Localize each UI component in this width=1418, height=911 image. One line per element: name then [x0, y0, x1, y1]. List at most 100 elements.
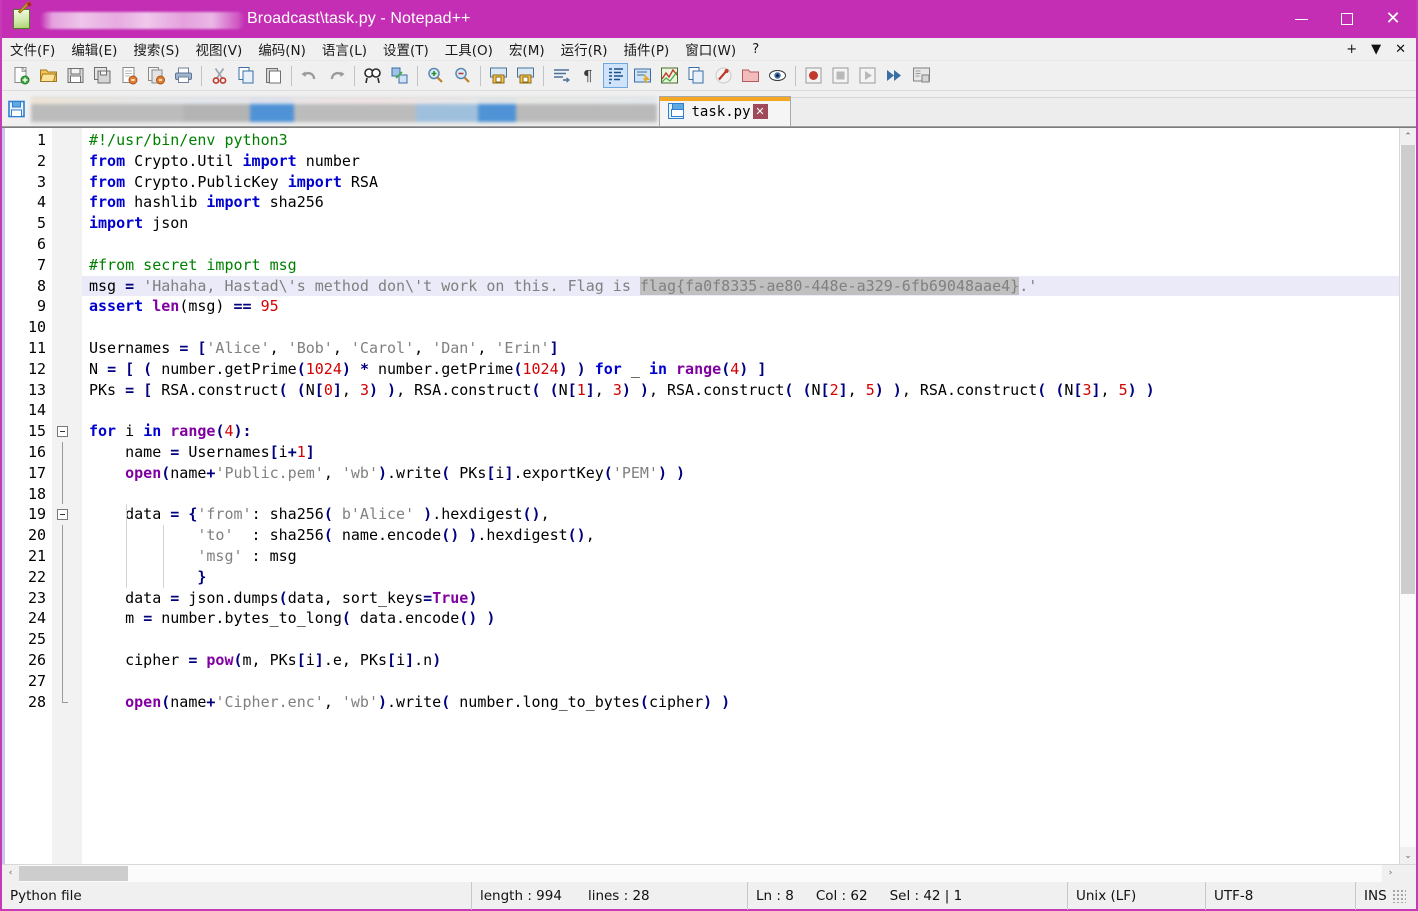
menu-plugins[interactable]: 插件(P): [617, 37, 677, 61]
document-map-icon[interactable]: [657, 63, 682, 88]
record-macro-icon[interactable]: [801, 63, 826, 88]
menu-search[interactable]: 搜索(S): [126, 37, 186, 61]
undo-icon[interactable]: [297, 63, 322, 88]
code-line[interactable]: open(name+'Public.pem', 'wb').write( PKs…: [82, 463, 1399, 484]
code-line[interactable]: msg = 'Hahaha, Hastad\'s method don\'t w…: [82, 275, 1399, 297]
tab-close-icon[interactable]: ✕: [752, 104, 768, 119]
zoom-in-icon[interactable]: [423, 63, 448, 88]
scroll-down-arrow-icon[interactable]: ⌄: [1400, 847, 1416, 864]
sync-horizontal-scroll-icon[interactable]: [513, 63, 538, 88]
show-ui-icon[interactable]: [630, 63, 655, 88]
horizontal-scroll-track[interactable]: [19, 864, 1382, 882]
save-session-icon[interactable]: [6, 98, 28, 120]
maximize-button[interactable]: [1324, 0, 1370, 38]
fold-marker[interactable]: [52, 421, 82, 442]
show-folder-as-workspace-icon[interactable]: [711, 63, 736, 88]
code-line[interactable]: 'msg' : msg: [82, 546, 1399, 567]
code-line[interactable]: #!/usr/bin/env python3: [82, 130, 1399, 151]
scroll-left-arrow-icon[interactable]: ‹: [2, 864, 19, 882]
scroll-right-arrow-icon[interactable]: ›: [1382, 864, 1399, 882]
folder-icon[interactable]: [738, 63, 763, 88]
function-list-icon[interactable]: [684, 63, 709, 88]
vertical-scroll-track[interactable]: [1400, 145, 1416, 847]
code-line[interactable]: [82, 400, 1399, 421]
show-all-characters-icon[interactable]: ¶: [576, 63, 601, 88]
sync-vertical-scroll-icon[interactable]: [486, 63, 511, 88]
code-line[interactable]: Usernames = ['Alice', 'Bob', 'Carol', 'D…: [82, 338, 1399, 359]
code-line[interactable]: [82, 671, 1399, 692]
menu-help[interactable]: ?: [745, 39, 766, 59]
close-document-button[interactable]: ✕: [1395, 43, 1406, 56]
menu-window[interactable]: 窗口(W): [678, 37, 743, 61]
redo-icon[interactable]: [324, 63, 349, 88]
word-wrap-icon[interactable]: [549, 63, 574, 88]
code-line[interactable]: #from secret import msg: [82, 255, 1399, 276]
save-macro-icon[interactable]: [909, 63, 934, 88]
code-line[interactable]: import json: [82, 213, 1399, 234]
menu-encoding[interactable]: 编码(N): [251, 37, 313, 61]
fold-marker[interactable]: [52, 504, 82, 525]
find-icon[interactable]: [360, 63, 385, 88]
close-all-icon[interactable]: [144, 63, 169, 88]
code-line[interactable]: [82, 317, 1399, 338]
code-line[interactable]: [82, 234, 1399, 255]
code-line[interactable]: for i in range(4):: [82, 421, 1399, 442]
document-list-dropdown-icon[interactable]: ▼: [1371, 43, 1381, 56]
code-line[interactable]: [82, 484, 1399, 505]
menu-settings[interactable]: 设置(T): [376, 37, 436, 61]
stop-recording-icon[interactable]: [828, 63, 853, 88]
code-line[interactable]: cipher = pow(m, PKs[i].e, PKs[i].n): [82, 650, 1399, 671]
code-line[interactable]: assert len(msg) == 95: [82, 296, 1399, 317]
minimize-button[interactable]: [1278, 0, 1324, 38]
menu-language[interactable]: 语言(L): [315, 37, 374, 61]
horizontal-scrollbar[interactable]: ‹ ›: [2, 864, 1416, 882]
close-file-icon[interactable]: [117, 63, 142, 88]
code-line[interactable]: 'to' : sha256( name.encode() ).hexdigest…: [82, 525, 1399, 546]
code-text-area[interactable]: #!/usr/bin/env python3 from Crypto.Util i…: [82, 128, 1399, 864]
code-line[interactable]: from hashlib import sha256: [82, 192, 1399, 213]
save-all-icon[interactable]: [90, 63, 115, 88]
code-line[interactable]: }: [82, 567, 1399, 588]
code-folding-gutter[interactable]: [52, 128, 82, 864]
editor-main[interactable]: 1 2 3 4 5 6 7 8 9 10 11 12 13 14 15 16 17 18 19 20 21 22 23 24 2…: [2, 128, 1399, 864]
menu-file[interactable]: 文件(F): [3, 37, 62, 61]
code-line[interactable]: N = [ ( number.getPrime(1024) * number.g…: [82, 359, 1399, 380]
code-line[interactable]: from Crypto.PublicKey import RSA: [82, 172, 1399, 193]
code-line[interactable]: PKs = [ RSA.construct( (N[0], 3) ), RSA.…: [82, 380, 1399, 401]
new-file-icon[interactable]: [9, 63, 34, 88]
save-icon[interactable]: [63, 63, 88, 88]
close-button[interactable]: ✕: [1370, 0, 1416, 38]
menu-run[interactable]: 运行(R): [554, 37, 615, 61]
vertical-scrollbar[interactable]: ⌃ ⌄: [1399, 128, 1416, 864]
code-line[interactable]: from Crypto.Util import number: [82, 151, 1399, 172]
show-indent-guide-icon[interactable]: [603, 63, 628, 88]
menu-edit[interactable]: 编辑(E): [64, 37, 124, 61]
open-file-icon[interactable]: [36, 63, 61, 88]
print-icon[interactable]: [171, 63, 196, 88]
menu-macro[interactable]: 宏(M): [502, 37, 552, 61]
code-line[interactable]: data = json.dumps(data, sort_keys=True): [82, 588, 1399, 609]
code-line[interactable]: open(name+'Cipher.enc', 'wb').write( num…: [82, 692, 1399, 713]
scroll-up-arrow-icon[interactable]: ⌃: [1400, 128, 1416, 145]
resize-grip-icon[interactable]: [1392, 888, 1406, 903]
run-macro-multiple-icon[interactable]: [882, 63, 907, 88]
tab-task-py[interactable]: task.py ✕: [658, 96, 791, 126]
zoom-out-icon[interactable]: [450, 63, 475, 88]
replace-icon[interactable]: [387, 63, 412, 88]
menu-view[interactable]: 视图(V): [189, 37, 250, 61]
fold-collapse-icon[interactable]: [57, 426, 68, 438]
menu-tools[interactable]: 工具(O): [438, 37, 500, 61]
copy-icon[interactable]: [234, 63, 259, 88]
redacted-tab-strip[interactable]: [31, 97, 657, 126]
vertical-scroll-thumb[interactable]: [1401, 145, 1415, 595]
play-macro-icon[interactable]: [855, 63, 880, 88]
paste-icon[interactable]: [261, 63, 286, 88]
code-line[interactable]: [82, 629, 1399, 650]
new-document-button[interactable]: +: [1346, 43, 1357, 56]
cut-icon[interactable]: [207, 63, 232, 88]
monitoring-icon[interactable]: [765, 63, 790, 88]
code-line[interactable]: data = {'from': sha256( b'Alice' ).hexdi…: [82, 504, 1399, 525]
fold-collapse-icon[interactable]: [57, 509, 68, 521]
code-line[interactable]: name = Usernames[i+1]: [82, 442, 1399, 463]
code-line[interactable]: m = number.bytes_to_long( data.encode() …: [82, 608, 1399, 629]
